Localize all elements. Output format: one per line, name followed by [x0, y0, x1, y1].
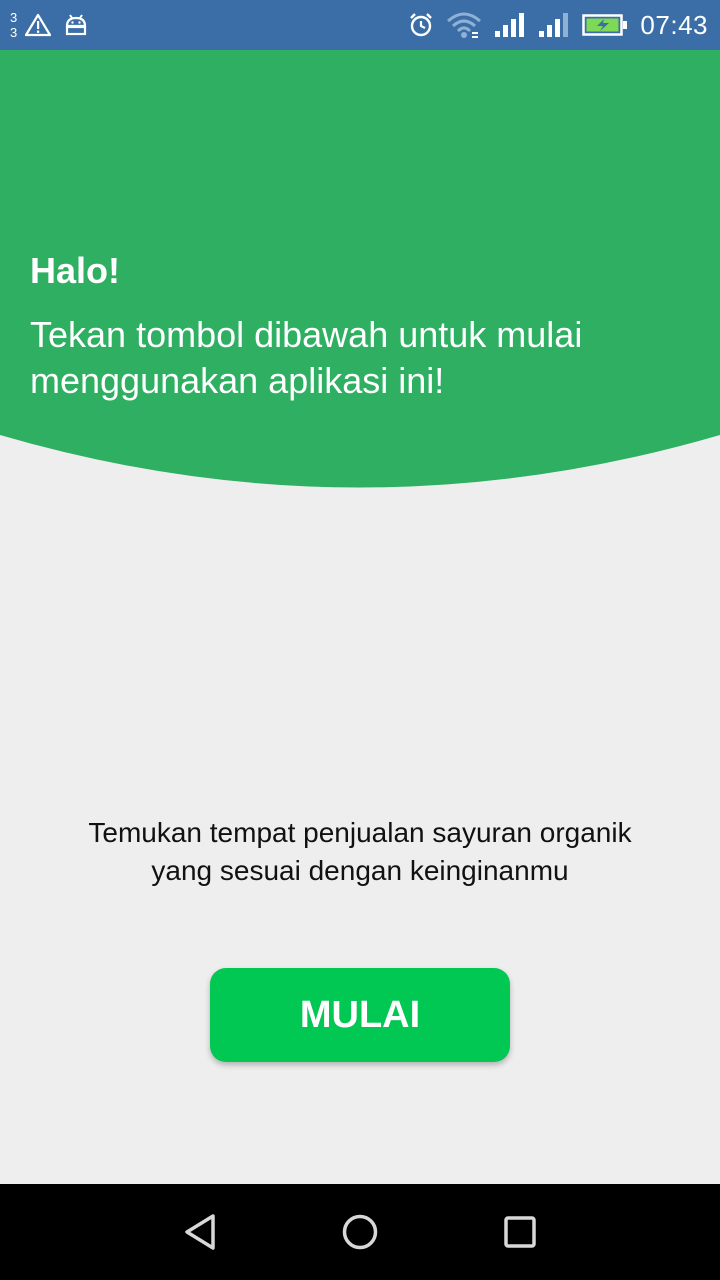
navigation-bar [0, 1184, 720, 1280]
notification-count-top: 3 [10, 10, 18, 25]
notification-count-bottom: 3 [10, 25, 18, 40]
welcome-subtitle: Tekan tombol dibawah untuk mulai menggun… [30, 314, 583, 401]
battery-charging-icon [582, 13, 628, 37]
status-bar: 3 3 07:43 [0, 0, 720, 50]
home-icon[interactable] [312, 1184, 408, 1280]
signal-icon [538, 11, 570, 39]
notification-count: 3 3 [10, 10, 17, 40]
signal-icon [494, 11, 526, 39]
start-button[interactable]: MULAI [210, 968, 510, 1062]
warning-icon [25, 13, 52, 37]
status-time: 07:43 [640, 9, 708, 40]
status-bar-left: 3 3 [10, 10, 89, 40]
back-icon[interactable] [152, 1184, 248, 1280]
alarm-icon [408, 12, 434, 38]
welcome-header: Halo! Tekan tombol dibawah untuk mulai m… [0, 50, 720, 490]
status-bar-right: 07:43 [408, 10, 708, 41]
wifi-icon [446, 11, 482, 39]
app-description: Temukan tempat penjualan sayuran organik… [88, 817, 632, 886]
greeting-title: Halo! [30, 250, 120, 291]
recents-icon[interactable] [472, 1184, 568, 1280]
android-icon [63, 13, 89, 37]
